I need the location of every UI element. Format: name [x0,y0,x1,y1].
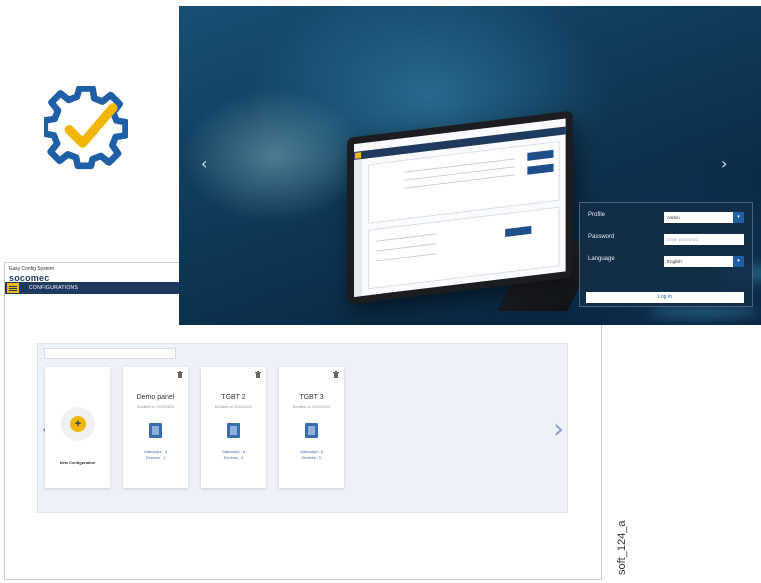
screen-sidebar [354,159,363,297]
nav-label: CONFIGURATIONS [29,285,79,291]
card-gateways: Gateways : 6 [299,449,324,454]
carousel-indicators [441,315,489,325]
profile-label: Profile [588,212,606,218]
chevron-down-icon: ▾ [733,212,744,223]
card-modified: Modified on 2020/03/24 [214,405,253,409]
chevron-down-icon: ▾ [733,256,744,267]
window-title: Easy Config System [9,266,55,272]
trash-icon[interactable] [333,371,339,378]
image-code: soft_124_a [616,520,628,575]
password-label: Password [588,234,615,240]
language-label: Language [588,256,615,262]
nav-bar: CONFIGURATIONS [5,282,183,294]
tablet-screen [354,118,566,297]
config-card[interactable]: TGBT 3 Modified on 2020/03/24 Gateways :… [279,367,344,488]
card-gateways: Gateways : 6 [221,449,246,454]
login-panel: Profile Admin ▾ Password Enter password … [579,202,753,307]
plus-icon: + [70,416,86,432]
tablet-device [347,110,573,305]
config-card[interactable]: TGBT 2 Modified on 2020/03/24 Gateways :… [201,367,266,488]
trash-icon[interactable] [177,371,183,378]
new-config-label: New Configuration [59,460,96,465]
card-devices: Devices : 1 [145,455,166,460]
menu-icon[interactable] [7,283,19,293]
card-devices: Devices : 0 [301,455,322,460]
panel-icon [305,423,318,438]
card-title: TGBT 3 [299,394,324,401]
language-select[interactable]: English ▾ [664,256,744,267]
card-gateways: Gateways : 5 [143,449,168,454]
profile-select[interactable]: Admin ▾ [664,212,744,223]
trash-icon[interactable] [255,371,261,378]
gear-check-icon [44,86,128,170]
light-glow [649,306,759,318]
composite-screenshot: Easy Config System socomec CONFIGURATION… [0,0,761,583]
panel-icon [149,423,162,438]
hero-banner: ‹ › Profile Admin ▾ Password Enter passw… [179,6,761,325]
language-value: English [667,259,682,264]
configurations-panel: ‹ › + New Configuration Demo panel Modif… [37,343,568,513]
login-button[interactable]: Log in [586,292,744,303]
carousel-next-icon[interactable]: › [553,415,564,443]
card-title: TGBT 2 [221,394,246,401]
search-input[interactable] [44,348,176,359]
hero-next-icon[interactable]: › [721,154,727,173]
password-field[interactable]: Enter password [664,234,744,245]
new-configuration-card[interactable]: + New Configuration [45,367,110,488]
hero-prev-icon[interactable]: ‹ [201,154,207,173]
add-circle: + [61,407,95,441]
card-modified: Modified on 2020/03/24 [136,405,175,409]
profile-value: Admin [667,215,680,220]
panel-icon [227,423,240,438]
card-modified: Modified on 2020/03/24 [292,405,331,409]
card-devices: Devices : 0 [223,455,244,460]
card-title: Demo panel [136,394,175,401]
config-card[interactable]: Demo panel Modified on 2020/03/24 Gatewa… [123,367,188,488]
